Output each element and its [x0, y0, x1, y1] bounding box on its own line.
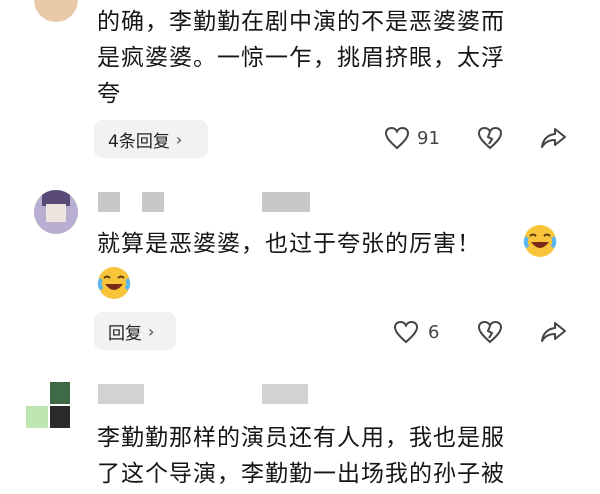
comment-text-line: 李勤勤那样的演员还有人用，我也是服 [97, 425, 505, 451]
crying-laughing-emoji-icon [523, 225, 557, 257]
chevron-right-icon: › [148, 321, 155, 341]
like-button[interactable]: 91 [384, 126, 440, 150]
dislike-button[interactable] [477, 126, 503, 150]
like-count: 91 [417, 127, 440, 149]
reply-label: 回复 [108, 323, 142, 344]
share-arrow-icon [541, 128, 566, 148]
comment-text-line: 的确，李勤勤在剧中演的不是恶婆婆而 [97, 9, 505, 35]
view-replies-button[interactable]: 4条回复 › [94, 120, 208, 158]
comment-text-line: 了这个导演，李勤勤一出场我的孙子被 [97, 461, 505, 487]
avatar[interactable] [26, 382, 70, 428]
reply-button[interactable]: 回复 › [94, 312, 176, 350]
avatar[interactable] [34, 0, 78, 22]
share-button[interactable] [540, 320, 568, 344]
comment-text-line: 就算是恶婆婆，也过于夸张的厉害！ [97, 231, 481, 257]
comment-text-line: 夸 [97, 81, 121, 107]
view-replies-label: 4条回复 [108, 131, 170, 152]
chevron-right-icon: › [175, 129, 183, 149]
comment-text-line: 是疯婆婆。一惊一乍，挑眉挤眼，太浮 [97, 45, 505, 71]
avatar[interactable] [34, 190, 78, 234]
dislike-button[interactable] [477, 320, 503, 344]
broken-heart-icon [477, 320, 503, 344]
share-button[interactable] [540, 126, 568, 150]
broken-heart-icon [477, 126, 503, 150]
crying-laughing-emoji-icon [97, 267, 131, 299]
like-count: 6 [428, 321, 440, 343]
heart-outline-icon [384, 126, 410, 150]
share-arrow-icon [541, 322, 566, 342]
heart-outline-icon [393, 320, 419, 344]
like-button[interactable]: 6 [393, 320, 439, 344]
